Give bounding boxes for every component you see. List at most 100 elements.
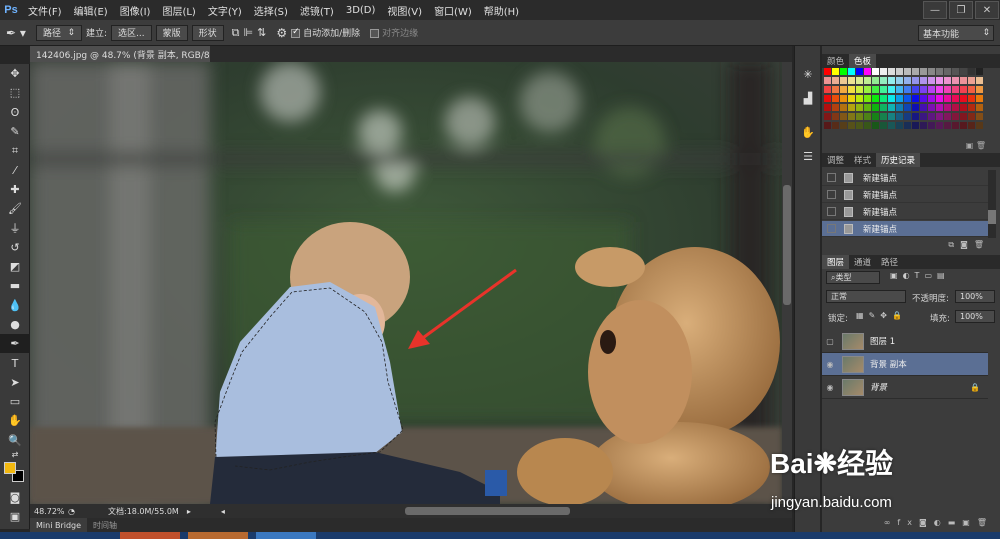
color-swatch[interactable] [928, 104, 935, 111]
color-swatch[interactable] [976, 68, 983, 75]
navigator-icon[interactable]: ✳ [795, 62, 821, 86]
history-brush-tool-icon[interactable]: ↺ [0, 238, 30, 257]
color-swatch[interactable] [912, 104, 919, 111]
color-swatch[interactable] [832, 113, 839, 120]
tab-mini-bridge[interactable]: Mini Bridge [30, 518, 88, 532]
color-swatch[interactable] [848, 95, 855, 102]
status-menu-icon[interactable]: ▸ [179, 507, 191, 516]
color-swatch[interactable] [904, 77, 911, 84]
color-swatch[interactable] [888, 113, 895, 120]
color-swatch[interactable] [856, 122, 863, 129]
color-swatch[interactable] [856, 86, 863, 93]
color-swatch[interactable] [840, 86, 847, 93]
quick-select-tool-icon[interactable]: ✎ [0, 122, 30, 141]
color-swatch[interactable] [920, 122, 927, 129]
color-swatch[interactable] [896, 113, 903, 120]
color-swatch[interactable] [840, 77, 847, 84]
color-swatch[interactable] [920, 113, 927, 120]
color-swatch[interactable] [880, 68, 887, 75]
color-swatch[interactable] [936, 86, 943, 93]
tab-styles[interactable]: 样式 [849, 153, 876, 167]
color-swatch[interactable] [952, 122, 959, 129]
color-swatch[interactable] [952, 68, 959, 75]
filter-kind-select[interactable]: ⌕ 类型 [826, 271, 880, 284]
color-swatch[interactable] [912, 122, 919, 129]
path-operations-icon[interactable]: ⧉ [232, 26, 240, 40]
color-swatch[interactable] [856, 113, 863, 120]
color-swatch[interactable] [976, 86, 983, 93]
color-swatch[interactable] [896, 104, 903, 111]
color-swatch[interactable] [840, 122, 847, 129]
path-selection-tool-icon[interactable]: ➤ [0, 373, 30, 392]
color-swatch[interactable] [968, 113, 975, 120]
color-swatch[interactable] [960, 68, 967, 75]
path-arrange-icon[interactable]: ⇅ [257, 26, 266, 39]
type-tool-icon[interactable]: T [0, 353, 30, 372]
color-swatch[interactable] [856, 104, 863, 111]
document-tab[interactable]: 142406.jpg @ 48.7% (背景 副本, RGB/8#) * [30, 46, 210, 62]
tool-presets-icon[interactable]: ✋ [795, 120, 821, 144]
document-canvas[interactable] [30, 62, 782, 504]
new-group-icon[interactable]: ▬ [948, 518, 963, 527]
color-swatch[interactable] [952, 95, 959, 102]
color-swatch[interactable] [864, 113, 871, 120]
blur-tool-icon[interactable]: 💧 [0, 296, 30, 315]
color-swatch[interactable] [928, 95, 935, 102]
color-swatch[interactable] [848, 68, 855, 75]
menu-edit[interactable]: 编辑(E) [68, 3, 114, 18]
color-swatch[interactable] [888, 122, 895, 129]
status-info-icon[interactable]: ◔ [68, 507, 80, 516]
color-swatch[interactable] [832, 77, 839, 84]
color-swatch[interactable] [944, 104, 951, 111]
menu-view[interactable]: 视图(V) [381, 3, 428, 18]
color-swatch[interactable] [968, 77, 975, 84]
auto-add-delete-checkbox[interactable]: 自动添加/删除 [291, 26, 360, 39]
mode-select[interactable]: 路径 ⇕ [36, 24, 82, 41]
color-swatch[interactable] [880, 122, 887, 129]
eye-icon[interactable]: ◉ [822, 360, 838, 369]
close-button[interactable]: ✕ [975, 1, 999, 19]
color-swatch[interactable] [912, 68, 919, 75]
foreground-color-swatch[interactable] [4, 461, 16, 474]
lock-image-icon[interactable]: ✎ [869, 311, 881, 320]
color-swatch[interactable] [936, 113, 943, 120]
crop-tool-icon[interactable]: ⌗ [0, 141, 30, 160]
color-swatch[interactable] [968, 122, 975, 129]
selection-button[interactable]: 选区... [111, 24, 152, 41]
color-swatch[interactable] [952, 77, 959, 84]
color-swatch[interactable] [896, 122, 903, 129]
brush-tool-icon[interactable]: 🖌 [0, 199, 30, 218]
color-swatch[interactable] [960, 86, 967, 93]
color-swatch[interactable] [936, 95, 943, 102]
color-swatch[interactable] [952, 104, 959, 111]
color-swatch[interactable] [896, 77, 903, 84]
color-swatch[interactable] [944, 68, 951, 75]
quick-mask-icon[interactable]: ◙ [0, 488, 30, 507]
color-swatch[interactable] [872, 86, 879, 93]
color-swatch[interactable] [968, 104, 975, 111]
color-swatch[interactable] [888, 95, 895, 102]
restore-button[interactable]: ❐ [949, 1, 973, 19]
color-swatch[interactable] [848, 77, 855, 84]
color-swatch[interactable] [944, 77, 951, 84]
color-swatch[interactable] [944, 113, 951, 120]
color-swatch[interactable] [872, 77, 879, 84]
workspace-select[interactable]: 基本功能 ⇕ [918, 25, 994, 41]
color-swatch[interactable] [872, 68, 879, 75]
eraser-tool-icon[interactable]: ◩ [0, 257, 30, 276]
gradient-tool-icon[interactable]: ▬ [0, 276, 30, 295]
color-swatch[interactable] [904, 86, 911, 93]
tab-layers[interactable]: 图层 [822, 255, 850, 269]
color-swatch[interactable] [912, 113, 919, 120]
color-swatch[interactable] [968, 68, 975, 75]
color-swatch[interactable] [976, 122, 983, 129]
tab-swatches[interactable]: 色板 [849, 54, 877, 68]
color-swatch[interactable] [872, 113, 879, 120]
color-swatch[interactable] [920, 68, 927, 75]
color-swatch[interactable] [840, 104, 847, 111]
fill-input[interactable]: 100% [955, 310, 995, 323]
menu-file[interactable]: 文件(F) [22, 3, 68, 18]
color-swatch[interactable] [896, 95, 903, 102]
color-swatch[interactable] [848, 122, 855, 129]
color-swatch[interactable] [824, 68, 831, 75]
